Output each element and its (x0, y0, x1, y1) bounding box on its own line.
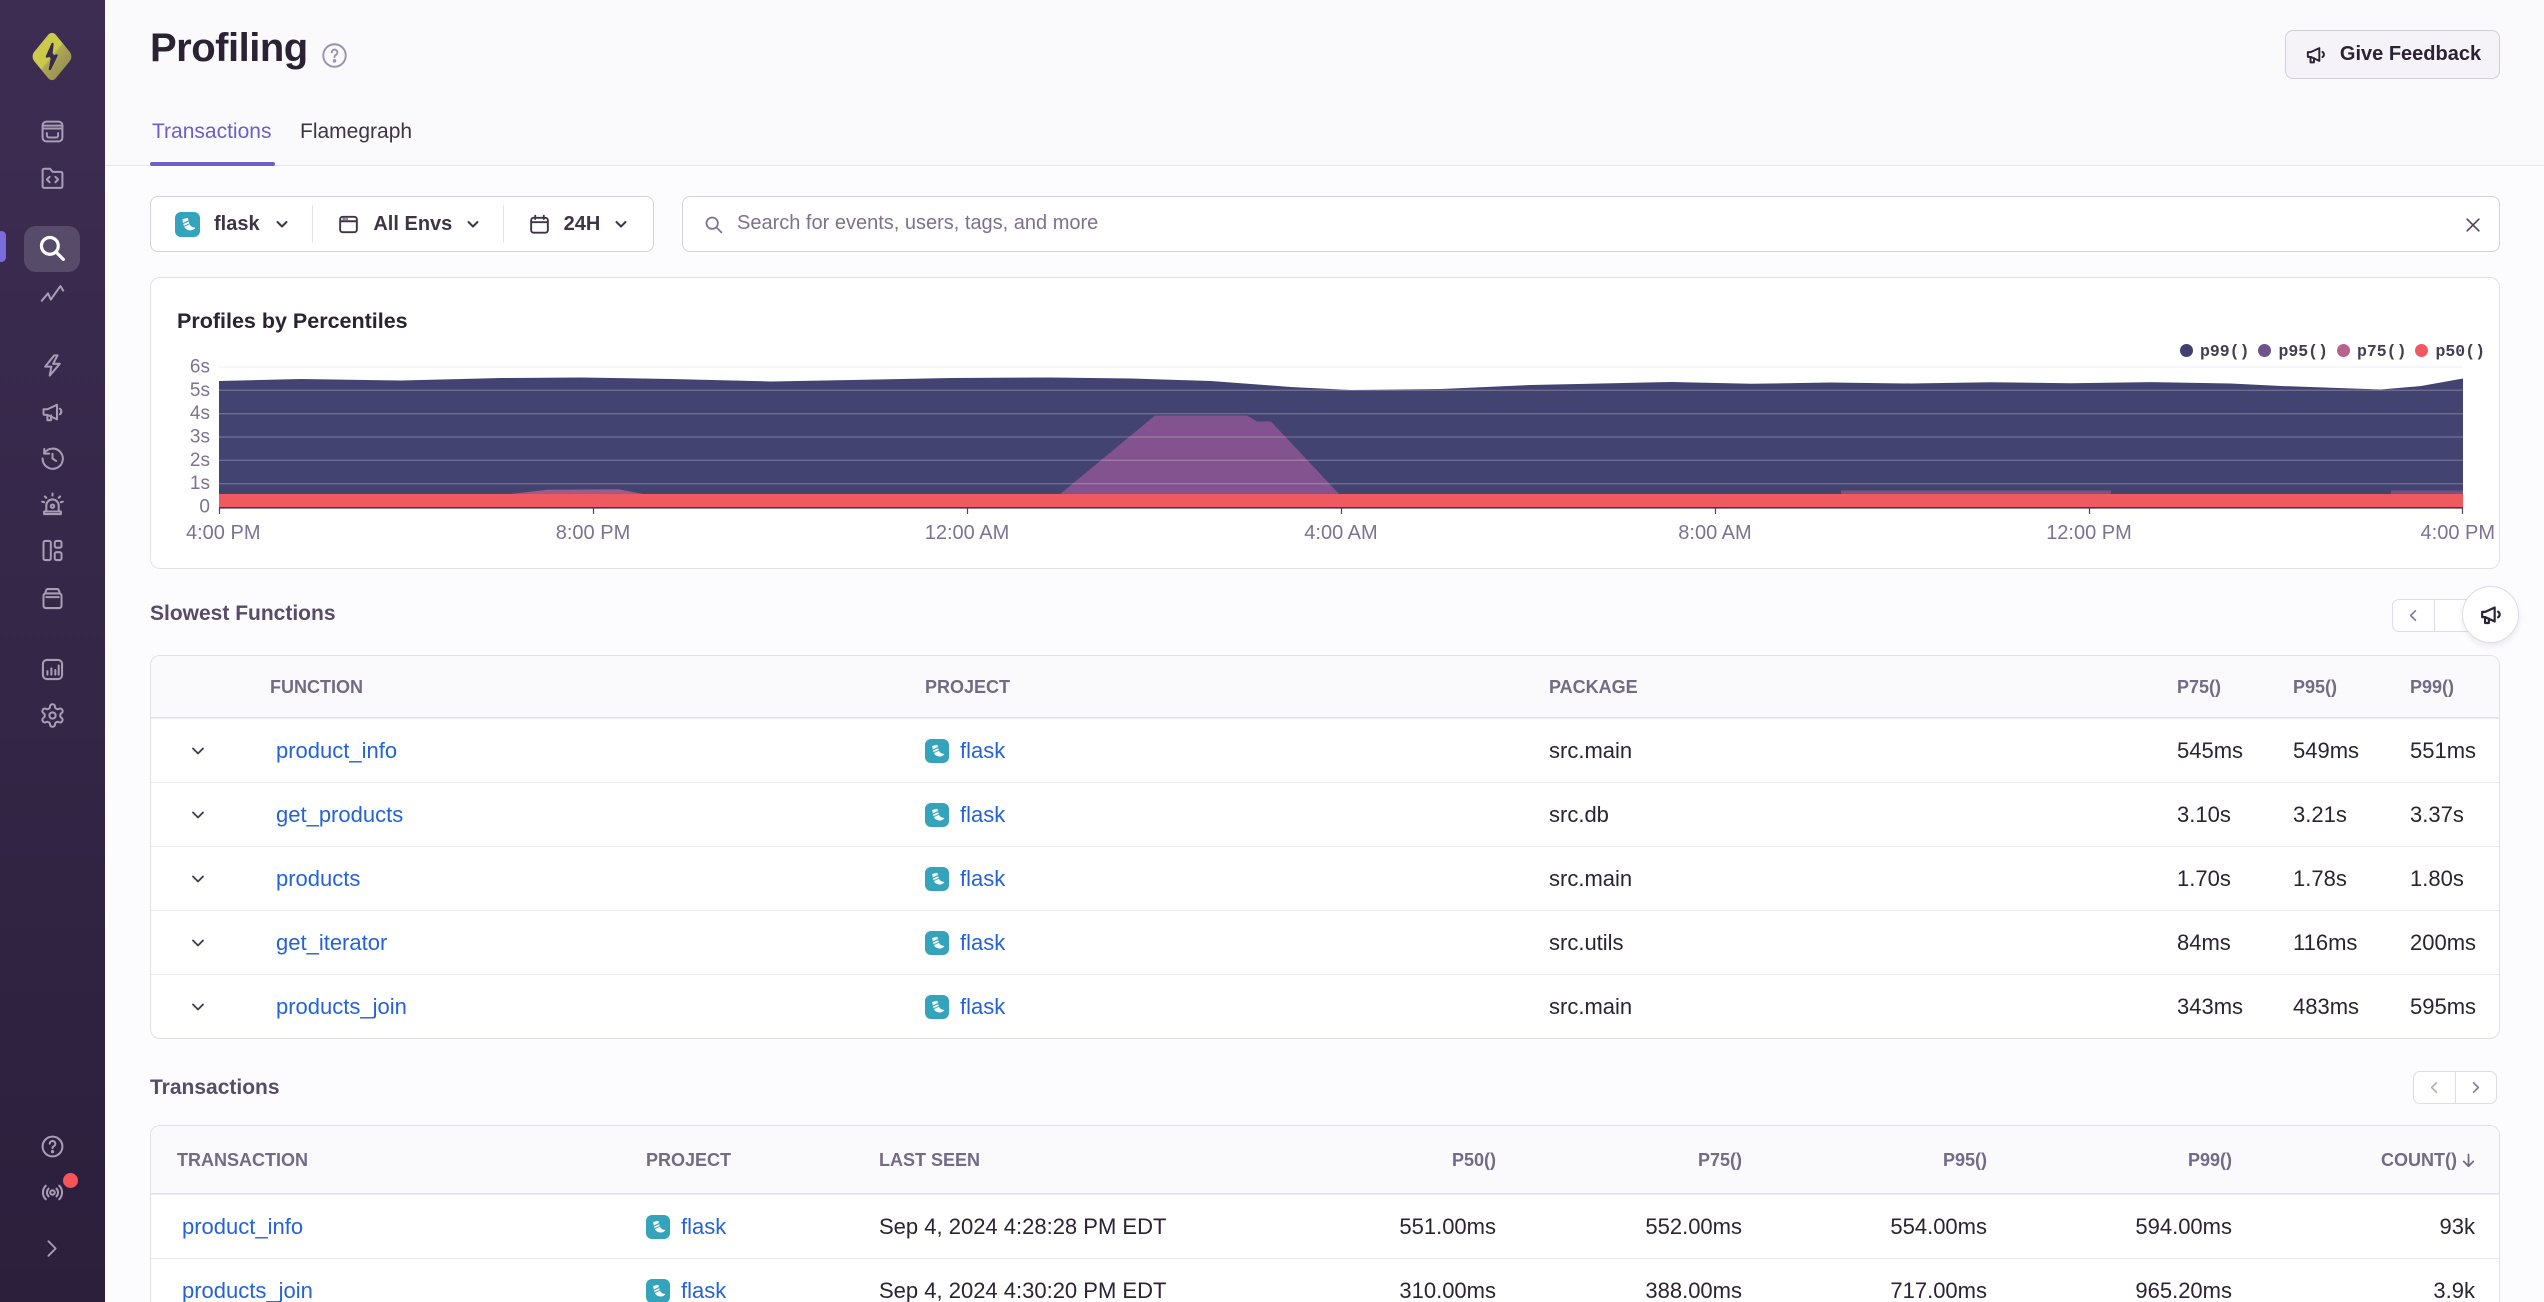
svg-text:1s: 1s (190, 473, 210, 494)
svg-text:2s: 2s (190, 450, 210, 471)
svg-text:3s: 3s (190, 427, 210, 448)
svg-text:8:00 PM: 8:00 PM (556, 522, 630, 544)
svg-text:12:00 PM: 12:00 PM (2046, 522, 2132, 544)
svg-text:4:00 AM: 4:00 AM (1304, 522, 1377, 544)
svg-text:5s: 5s (190, 380, 210, 401)
svg-text:4:00 PM: 4:00 PM (2421, 522, 2495, 544)
svg-text:12:00 AM: 12:00 AM (925, 522, 1010, 544)
svg-text:4:00 PM: 4:00 PM (186, 522, 260, 544)
svg-text:6s: 6s (190, 357, 210, 378)
svg-text:4s: 4s (190, 403, 210, 424)
svg-text:8:00 AM: 8:00 AM (1678, 522, 1751, 544)
svg-text:0: 0 (199, 497, 210, 518)
